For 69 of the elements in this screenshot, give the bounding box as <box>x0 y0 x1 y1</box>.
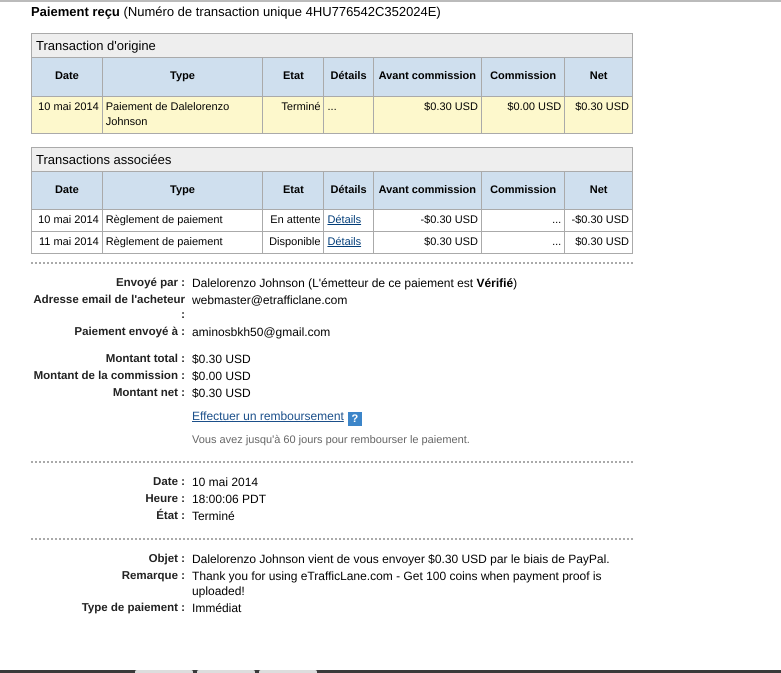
table-cell: Règlement de paiement <box>102 232 263 253</box>
field-label: Adresse email de l'acheteur : <box>32 293 185 323</box>
column-header: Avant commission <box>373 172 482 210</box>
table-cell: 10 mai 2014 <box>32 96 102 132</box>
table-cell: Règlement de paiement <box>102 210 263 232</box>
table-cell: -$0.30 USD <box>373 210 482 232</box>
field-value: aminosbkh50@gmail.com <box>192 325 332 340</box>
refund-note: Vous avez jusqu'à 60 jours pour rembourser le paiement. <box>192 433 471 448</box>
column-header: Type <box>102 58 263 96</box>
table-cell: $0.30 USD <box>373 232 482 253</box>
table-cell: En attente <box>262 210 324 232</box>
column-header: Etat <box>262 172 324 210</box>
field-label: Heure : <box>144 492 185 506</box>
table-cell: ... <box>324 96 374 132</box>
column-header: Avant commission <box>373 58 482 96</box>
field-label: Montant net : <box>112 386 185 401</box>
column-header: Commission <box>481 58 565 96</box>
details-link[interactable]: Détails <box>327 214 362 226</box>
column-header: Date <box>32 172 102 210</box>
field-value: Terminé <box>192 508 236 524</box>
table-cell: $0.30 USD <box>564 232 632 253</box>
field-label: Type de paiement : <box>80 600 185 616</box>
column-header: Date <box>32 58 102 96</box>
table-cell: ... <box>481 232 565 253</box>
field-label: Remarque : <box>120 568 185 584</box>
field-value: Dalelorenzo Johnson vient de vous envoyer $0.30 USD par le biais de PayPal. <box>192 552 611 566</box>
page-title: Paiement reçu <box>31 4 120 19</box>
table-cell: ... <box>481 210 565 232</box>
taskbar-tab[interactable] <box>259 670 317 673</box>
field-label: Envoyé par : <box>114 276 185 291</box>
taskbar-tab[interactable] <box>197 670 255 673</box>
field-label: Date : <box>152 474 185 490</box>
table-cell: $0.30 USD <box>373 96 482 132</box>
field-label: Montant de la commission : <box>32 369 185 384</box>
field-value: $0.00 USD <box>192 369 252 384</box>
field-label: Montant total : <box>104 352 185 367</box>
field-value: 18:00:06 PDT <box>192 492 268 506</box>
taskbar-tab[interactable] <box>135 670 193 673</box>
field-value: webmaster@etrafficlane.com <box>192 293 348 309</box>
field-value: Dalelorenzo Johnson (L'émetteur de ce paiement est Vérifié) <box>192 276 518 291</box>
transaction-number: (Numéro de transaction unique 4HU776542C352024E) <box>124 4 441 19</box>
table-cell: $0.30 USD <box>564 96 632 132</box>
field-value: Immédiat <box>192 600 242 616</box>
column-header: Détails <box>324 58 374 96</box>
column-header: Net <box>564 172 632 210</box>
table-cell: Paiement de Dalelorenzo Johnson <box>102 96 263 132</box>
field-label: État : <box>155 508 185 524</box>
column-header: Net <box>564 58 632 96</box>
field-label: Objet : <box>148 552 185 566</box>
column-header: Etat <box>262 58 324 96</box>
help-icon[interactable]: ? <box>348 412 362 426</box>
column-header: Type <box>102 172 263 210</box>
field-value: Thank you for using eTrafficLane.com - Get 100 coins when payment proof is uploaded! <box>192 568 603 598</box>
details-link[interactable]: Détails <box>327 236 362 248</box>
refund-link[interactable]: Effectuer un remboursement <box>192 409 344 423</box>
table-cell: 10 mai 2014 <box>32 210 102 232</box>
field-label: Paiement envoyé à : <box>73 325 185 340</box>
table-cell: Terminé <box>262 96 324 132</box>
table-cell: $0.00 USD <box>481 96 565 132</box>
table-caption: Transactions associées <box>32 148 632 172</box>
column-header: Détails <box>324 172 374 210</box>
table-cell: -$0.30 USD <box>564 210 632 232</box>
field-value: 10 mai 2014 <box>192 474 260 490</box>
table-cell: Disponible <box>262 232 324 253</box>
field-value: $0.30 USD <box>192 386 252 401</box>
field-value: $0.30 USD <box>192 352 252 367</box>
column-header: Commission <box>481 172 565 210</box>
table-caption: Transaction d'origine <box>32 34 632 58</box>
table-cell: 11 mai 2014 <box>32 232 102 253</box>
